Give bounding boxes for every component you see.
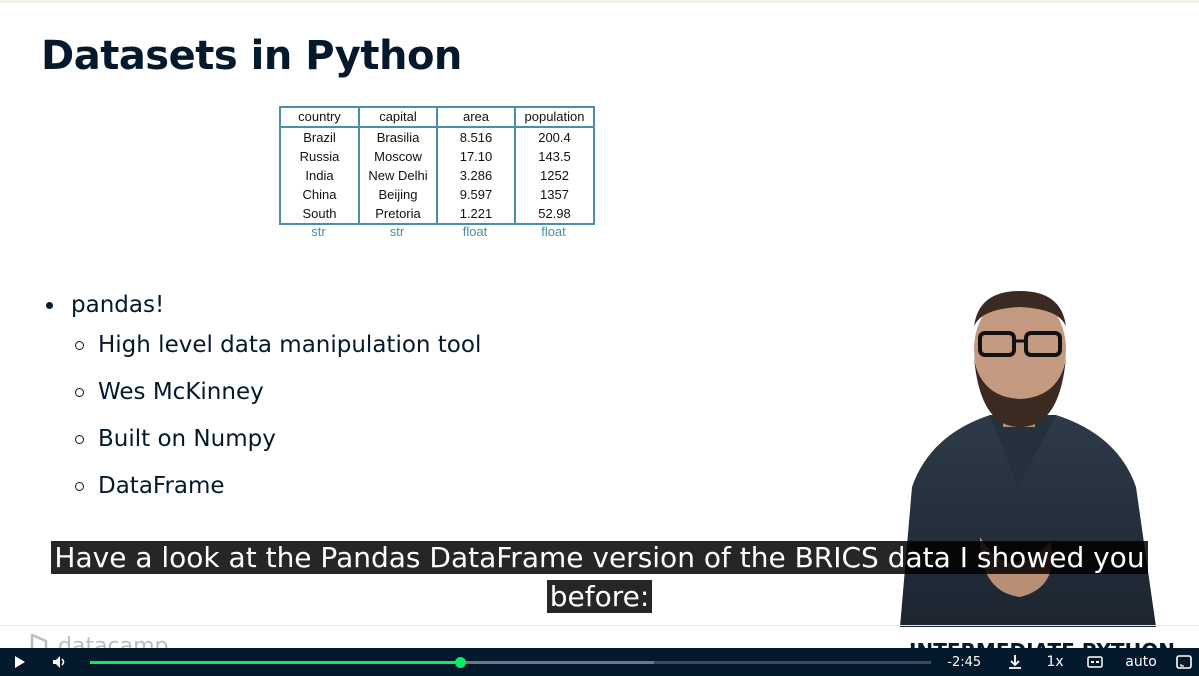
type-label: float — [541, 224, 566, 239]
video-frame[interactable]: Datasets in Python country capital area … — [0, 0, 1199, 648]
subtitle-caption: Have a look at the Pandas DataFrame vers… — [0, 538, 1199, 616]
column-header-country: country — [279, 106, 360, 128]
table-row: South Pretoria 1.221 52.98 — [279, 204, 595, 225]
table-cell: Pretoria — [358, 204, 438, 225]
slide-footer-divider — [0, 625, 1199, 626]
bullet-ring-icon — [75, 387, 84, 397]
sub-bullet-item: DataFrame — [75, 473, 481, 499]
table-row: Brazil Brasilia 8.516 200.4 — [279, 127, 595, 147]
brand-logo: datacamp — [28, 633, 169, 648]
type-label: str — [389, 224, 405, 239]
bullet-list: pandas! High level data manipulation too… — [44, 292, 481, 499]
table-cell: 3.286 — [436, 166, 516, 185]
course-tag: INTERMEDIATE PYTHON — [909, 639, 1175, 648]
table-cell: Moscow — [358, 147, 438, 166]
bullet-ring-icon — [75, 340, 84, 350]
column-header-population: population — [514, 106, 595, 128]
table-cell: India — [279, 166, 360, 185]
table-cell: Brazil — [279, 127, 360, 147]
quality-button[interactable]: auto — [1113, 648, 1169, 676]
table-cell: China — [279, 185, 360, 204]
table-cell: 17.10 — [436, 147, 516, 166]
sub-bullet-text: DataFrame — [98, 473, 225, 499]
volume-button[interactable] — [40, 648, 80, 676]
table-row: China Beijing 9.597 1357 — [279, 185, 595, 204]
bullet-ring-icon — [75, 481, 84, 491]
volume-icon — [52, 656, 65, 668]
type-label: str — [311, 224, 326, 239]
bullet-ring-icon — [75, 434, 84, 444]
download-icon — [1009, 655, 1022, 669]
table-cell: 143.5 — [514, 147, 595, 166]
sub-bullet-text: Built on Numpy — [98, 426, 276, 452]
download-button[interactable] — [997, 648, 1033, 676]
captions-button[interactable] — [1077, 648, 1113, 676]
table-header-row: country capital area population — [279, 106, 595, 128]
table-cell: 200.4 — [514, 127, 595, 147]
column-header-area: area — [436, 106, 516, 128]
table-cell: 9.597 — [436, 185, 516, 204]
fullscreen-button[interactable] — [1169, 648, 1199, 676]
column-header-capital: capital — [358, 106, 438, 128]
sub-bullet-item: High level data manipulation tool — [75, 332, 481, 358]
brand-name: datacamp — [58, 633, 169, 649]
progress-handle[interactable] — [455, 657, 467, 668]
table-cell: 52.98 — [514, 204, 595, 225]
datacamp-logo-icon — [30, 633, 48, 648]
table-row: Russia Moscow 17.10 143.5 — [279, 147, 595, 166]
bullet-text: pandas! — [71, 292, 165, 318]
slide-title: Datasets in Python — [41, 33, 462, 79]
table-cell: South — [279, 204, 360, 225]
table-row: India New Delhi 3.286 1252 — [279, 166, 595, 185]
progress-bar[interactable] — [89, 648, 932, 676]
table-cell: 1.221 — [436, 204, 516, 225]
brics-table: country capital area population Brazil B… — [279, 106, 595, 225]
playback-speed-button[interactable]: 1x — [1033, 648, 1077, 676]
bullet-item: pandas! — [44, 292, 481, 318]
table-cell: 1252 — [514, 166, 595, 185]
caption-line: before: — [546, 580, 653, 613]
fullscreen-icon — [1176, 655, 1192, 669]
sub-bullet-text: High level data manipulation tool — [98, 332, 482, 358]
table-cell: Brasilia — [358, 127, 438, 147]
sub-bullet-item: Built on Numpy — [75, 426, 481, 452]
table-cell: 8.516 — [436, 127, 516, 147]
time-remaining: -2:45 — [947, 654, 982, 670]
table-cell: 1357 — [514, 185, 595, 204]
played-bar — [89, 661, 461, 664]
column-types: str str float float — [279, 224, 593, 239]
table-cell: Beijing — [358, 185, 438, 204]
bullet-dot-icon — [46, 301, 53, 309]
sub-bullet-item: Wes McKinney — [75, 379, 481, 405]
table-cell: New Delhi — [358, 166, 438, 185]
video-controls: -2:45 1x auto — [0, 648, 1199, 676]
type-label: float — [462, 224, 488, 239]
play-button[interactable] — [0, 648, 40, 676]
play-icon — [14, 656, 25, 668]
sub-bullet-text: Wes McKinney — [98, 379, 264, 405]
table-cell: Russia — [279, 147, 360, 166]
captions-icon — [1087, 656, 1103, 668]
caption-line: Have a look at the Pandas DataFrame vers… — [51, 541, 1148, 574]
